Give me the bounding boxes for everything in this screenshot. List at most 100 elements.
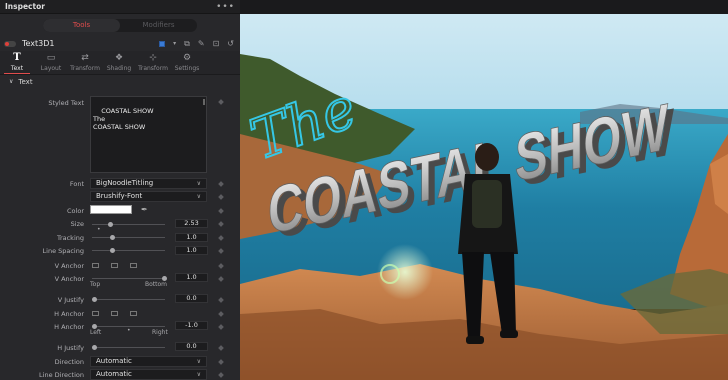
v-anchor-slider[interactable] [92, 276, 167, 281]
transform-icon: ⇄ [81, 53, 89, 63]
keyframe-diamond-icon[interactable] [218, 345, 224, 351]
align-middle-icon[interactable] [111, 263, 118, 268]
v-anchor-slider-label: V Anchor [54, 275, 84, 283]
align-left-icon[interactable] [92, 311, 99, 316]
direction-label: Direction [54, 358, 84, 366]
tab-modifiers[interactable]: Modifiers [120, 19, 197, 32]
size-slider[interactable] [92, 222, 165, 227]
keyframe-diamond-icon[interactable] [218, 324, 224, 330]
keyframe-diamond-icon[interactable] [218, 263, 224, 269]
color-swatch[interactable] [90, 205, 132, 214]
eyedropper-icon[interactable]: ✒ [141, 205, 148, 214]
version-icon[interactable]: ⧉ [184, 39, 190, 49]
line-direction-label: Line Direction [39, 371, 84, 379]
inspector-title: Inspector [5, 2, 45, 11]
text-section-header[interactable]: ∨ Text [0, 75, 240, 88]
slider-knob[interactable] [110, 235, 115, 240]
backpack [472, 180, 502, 228]
tab-text[interactable]: T Text [0, 51, 34, 74]
direction-dropdown[interactable]: Automatic ∨ [90, 356, 207, 367]
h-anchor-slider-label: H Anchor [54, 323, 84, 331]
settings-icon: ⚙ [182, 53, 192, 63]
keyframe-diamond-icon[interactable] [218, 181, 224, 187]
v-anchor-bottom-label: Bottom [145, 281, 168, 288]
keyframe-diamond-icon[interactable] [218, 359, 224, 365]
person-shoe-right [500, 330, 518, 338]
tracking-label: Tracking [56, 234, 84, 242]
lock-icon[interactable]: ⊡ [213, 39, 220, 48]
inspector-tabs: T Text ▭ Layout ⇄ Transform ❖ Shading ⊹ … [0, 51, 240, 75]
tracking-value-field[interactable]: 1.0 [175, 233, 208, 242]
reset-icon[interactable]: ↺ [227, 39, 234, 48]
node-name: Text3D1 [22, 39, 55, 48]
viewer-top-gap [240, 0, 728, 14]
tab-transform[interactable]: ⇄ Transform [68, 51, 102, 74]
font-style-dropdown[interactable]: Brushify-Font ∨ [90, 191, 207, 202]
shading-icon: ❖ [114, 53, 124, 63]
align-right-icon[interactable] [130, 311, 137, 316]
pin-icon[interactable]: ✎ [198, 39, 205, 48]
size-value-field[interactable]: 2.53 [175, 219, 208, 228]
styled-text-value: COASTAL SHOW The COASTAL SHOW [93, 107, 154, 131]
keyframe-diamond-icon[interactable] [218, 311, 224, 317]
size-label: Size [70, 220, 84, 228]
keyframe-diamond-icon[interactable] [218, 99, 224, 105]
keyframe-diamond-icon[interactable] [218, 194, 224, 200]
align-top-icon[interactable] [92, 263, 99, 268]
keyframe-diamond-icon[interactable] [218, 248, 224, 254]
chevron-down-icon: ∨ [196, 180, 201, 187]
keyframe-diamond-icon[interactable] [218, 372, 224, 378]
slider-knob[interactable] [108, 222, 113, 227]
line-spacing-value-field[interactable]: 1.0 [175, 246, 208, 255]
h-anchor-value-field[interactable]: -1.0 [175, 321, 208, 330]
keyframe-diamond-icon[interactable] [218, 235, 224, 241]
inspector-panel: Inspector ••• Tools Modifiers Text3D1 ▾ … [0, 0, 240, 380]
person-shoe-left [466, 336, 484, 344]
v-justify-slider[interactable] [92, 297, 165, 302]
chevron-down-icon[interactable]: ▾ [173, 40, 176, 47]
line-spacing-slider[interactable] [92, 248, 165, 253]
align-center-icon[interactable] [111, 311, 118, 316]
slider-knob[interactable] [110, 248, 115, 253]
viewer[interactable]: The COASTAL SHOW COASTAL SHOW [240, 14, 728, 380]
slider-knob[interactable] [92, 345, 97, 350]
v-anchor-top-label: Top [90, 281, 101, 288]
person-head [475, 143, 499, 171]
align-bottom-icon[interactable] [130, 263, 137, 268]
tracking-slider[interactable] [92, 235, 165, 240]
font-family-dropdown[interactable]: BigNoodleTitling ∨ [90, 178, 207, 189]
font-label: Font [69, 180, 84, 188]
keyframe-diamond-icon[interactable] [218, 276, 224, 282]
chevron-down-icon: ∨ [196, 371, 201, 378]
v-justify-label: V Justify [57, 296, 84, 304]
tab-settings[interactable]: ⚙ Settings [170, 51, 204, 74]
styled-text-label: Styled Text [48, 99, 84, 107]
keyframe-diamond-icon[interactable] [218, 297, 224, 303]
tab-shading[interactable]: ❖ Shading [102, 51, 136, 74]
layout-icon: ▭ [46, 53, 56, 63]
keyframe-diamond-icon[interactable] [218, 221, 224, 227]
v-justify-value-field[interactable]: 0.0 [175, 294, 208, 303]
line-direction-dropdown[interactable]: Automatic ∨ [90, 369, 207, 380]
color-tag-icon[interactable] [159, 40, 166, 47]
chevron-down-icon: ∨ [9, 78, 14, 85]
scrollbar[interactable] [203, 99, 205, 105]
default-marker: • [127, 327, 131, 334]
h-justify-slider[interactable] [92, 345, 165, 350]
tab-transform-3d[interactable]: ⊹ Transform [136, 51, 170, 74]
h-justify-label: H Justify [57, 344, 84, 352]
inspector-titlebar: Inspector ••• [0, 0, 240, 14]
line-spacing-label: Line Spacing [42, 247, 84, 255]
styled-text-input[interactable]: COASTAL SHOW The COASTAL SHOW [90, 96, 207, 173]
keyframe-diamond-icon[interactable] [218, 208, 224, 214]
section-title: Text [18, 77, 33, 86]
chevron-down-icon: ∨ [196, 358, 201, 365]
node-enable-toggle[interactable] [4, 40, 16, 47]
v-anchor-value-field[interactable]: 1.0 [175, 273, 208, 282]
ellipsis-icon[interactable]: ••• [216, 2, 235, 12]
tab-layout[interactable]: ▭ Layout [34, 51, 68, 74]
tab-tools[interactable]: Tools [43, 18, 120, 32]
h-justify-value-field[interactable]: 0.0 [175, 342, 208, 351]
slider-knob[interactable] [92, 297, 97, 302]
mode-switcher: Tools Modifiers [0, 14, 240, 36]
